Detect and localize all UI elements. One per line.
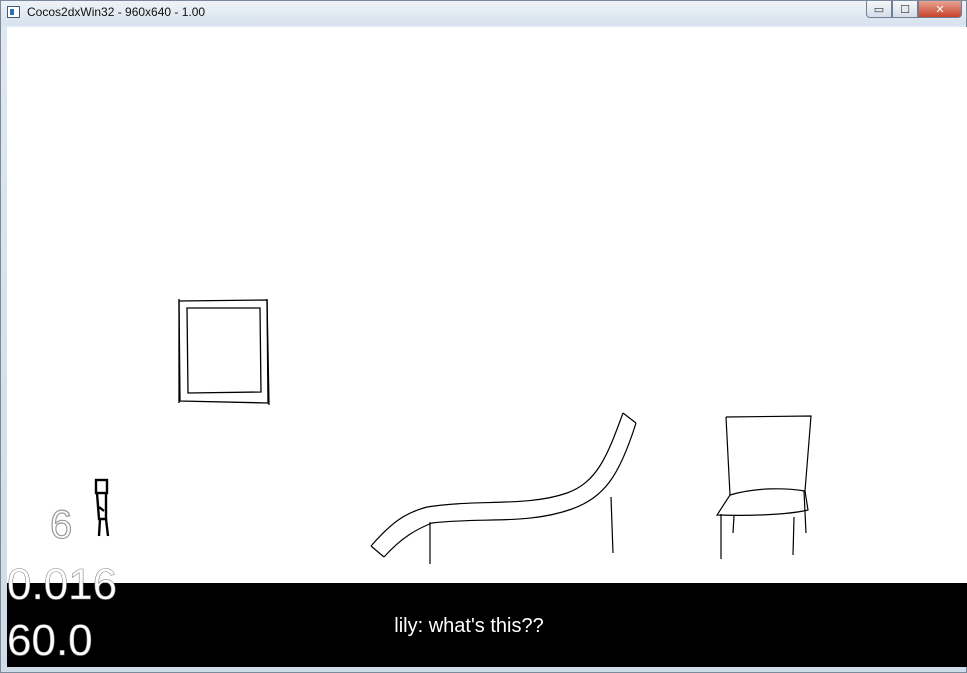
game-viewport[interactable]: 6 lily: what's this?? 0.016 60.0 <box>7 27 967 667</box>
window-title: Cocos2dxWin32 - 960x640 - 1.00 <box>27 5 206 19</box>
minimize-button[interactable]: ▭ <box>866 1 892 18</box>
app-icon[interactable] <box>7 6 20 18</box>
player-character <box>94 478 110 537</box>
game-scene <box>94 298 812 564</box>
fps-stat: 60.0 <box>7 616 93 665</box>
close-button[interactable]: ✕ <box>918 1 962 18</box>
chair <box>715 415 812 559</box>
app-window: Cocos2dxWin32 - 960x640 - 1.00 ▭ ☐ ✕ 6 l… <box>0 0 967 673</box>
dialog-text: lily: what's this?? <box>394 615 544 637</box>
window-controls: ▭ ☐ ✕ <box>866 1 962 19</box>
lives-counter: 6 <box>49 503 73 547</box>
picture-frame <box>178 298 270 406</box>
slide <box>370 412 637 564</box>
maximize-button[interactable]: ☐ <box>892 1 918 18</box>
title-bar[interactable]: Cocos2dxWin32 - 960x640 - 1.00 ▭ ☐ ✕ <box>1 1 966 25</box>
frame-time-stat: 0.016 <box>7 560 118 609</box>
